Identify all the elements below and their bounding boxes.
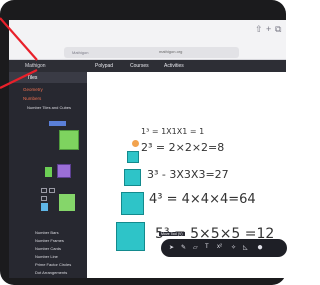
cube-5[interactable]: [116, 222, 145, 251]
brand-logo[interactable]: Mathigon: [25, 63, 46, 69]
tab-label[interactable]: Mathigon: [72, 50, 88, 55]
number-tile-small[interactable]: [41, 188, 47, 193]
text-icon[interactable]: T: [205, 244, 209, 250]
unit-cube[interactable]: [132, 140, 139, 147]
sidebar-section-title: Number Tiles and Cubes: [27, 105, 72, 110]
plus-icon[interactable]: +: [266, 24, 271, 34]
sidebar-item[interactable]: Number Cards: [35, 246, 61, 251]
sidebar-item[interactable]: Number Frames: [35, 238, 64, 243]
url-bar[interactable]: [64, 47, 239, 58]
sidebar-item[interactable]: Number Line: [35, 254, 58, 259]
number-tile-green[interactable]: [45, 167, 52, 177]
shape-icon[interactable]: ◺: [243, 244, 248, 251]
number-tile-small[interactable]: [49, 188, 55, 193]
sidebar-item[interactable]: Prime Factor Circles: [35, 262, 71, 267]
drawing-toolbar: ➤ ✎ ▱ T x² ✧ ◺ ●: [161, 239, 287, 257]
sidebar: Tiles Geometry Numbers Number Tiles and …: [9, 72, 87, 278]
equation-1: 1³ = 1X1X1 = 1: [141, 127, 205, 136]
eraser-icon[interactable]: ▱: [193, 244, 198, 251]
browser-chrome: ⇧ + ⧉ mathigon.org Mathigon: [9, 20, 286, 60]
sidebar-item[interactable]: Number Bars: [35, 230, 59, 235]
tabs-icon[interactable]: ⧉: [275, 24, 281, 35]
nav-courses[interactable]: Courses: [130, 63, 149, 69]
nav-activities[interactable]: Activities: [164, 63, 184, 69]
number-tile-bar[interactable]: [49, 121, 66, 126]
number-tile-square[interactable]: [59, 130, 79, 150]
sidebar-item-numbers[interactable]: Numbers: [23, 96, 41, 101]
math-icon[interactable]: x²: [217, 244, 222, 250]
toolbar-tooltip: Move Tool (V): [159, 232, 185, 236]
number-cube-purple[interactable]: [57, 164, 71, 178]
share-icon[interactable]: ⇧: [255, 24, 263, 35]
pen-icon[interactable]: ✎: [181, 244, 186, 251]
equation-4: 4³ = 4×4×4=64: [149, 192, 256, 207]
cube-4[interactable]: [121, 192, 144, 215]
sidebar-item[interactable]: Dot Arrangements: [35, 270, 67, 275]
cube-3[interactable]: [124, 169, 141, 186]
cursor-icon[interactable]: ➤: [169, 244, 174, 251]
number-tile-small[interactable]: [41, 196, 47, 201]
url-text: mathigon.org: [159, 49, 183, 54]
number-tile-stack[interactable]: [59, 194, 75, 211]
cube-2[interactable]: [127, 151, 139, 163]
nav-polypad[interactable]: Polypad: [95, 63, 113, 69]
equation-3: 3³ - 3X3X3=27: [147, 168, 229, 181]
sidebar-item-geometry[interactable]: Geometry: [23, 87, 43, 92]
sidebar-title: Tiles: [27, 75, 38, 81]
equation-2: 2³ = 2×2×2=8: [141, 141, 225, 154]
magic-icon[interactable]: ✧: [231, 244, 236, 251]
circle-icon[interactable]: ●: [257, 242, 263, 253]
app-bar: Mathigon Polypad Courses Activities: [9, 60, 286, 72]
number-tile-blue[interactable]: [41, 203, 48, 211]
sidebar-header: Tiles: [9, 72, 87, 83]
